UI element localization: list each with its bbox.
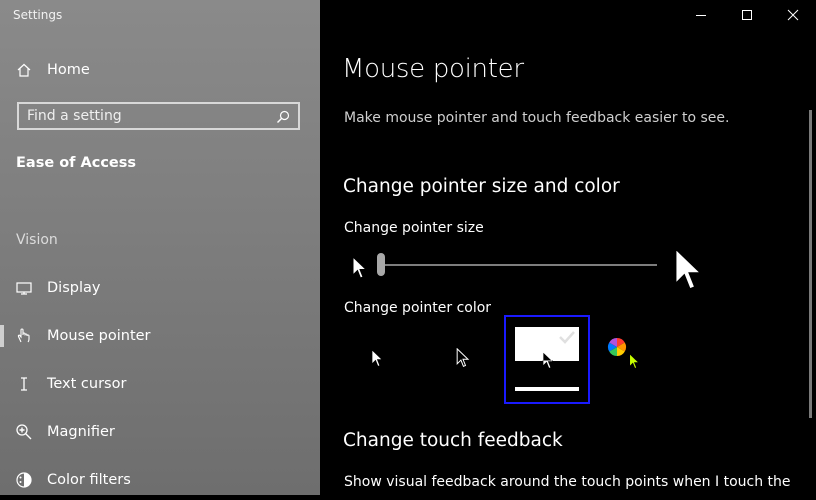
page-title: Mouse pointer bbox=[342, 54, 524, 84]
sidebar: Settings Home Ease of Access Vision Disp… bbox=[0, 0, 320, 495]
hand-pointer-icon bbox=[14, 326, 34, 346]
sidebar-item-label: Magnifier bbox=[47, 424, 115, 440]
sidebar-item-label: Text cursor bbox=[47, 376, 127, 392]
search-input[interactable] bbox=[27, 108, 267, 124]
sidebar-item-magnifier[interactable]: Magnifier bbox=[0, 412, 320, 452]
section-title[interactable]: Ease of Access bbox=[16, 155, 136, 171]
sidebar-item-home[interactable]: Home bbox=[0, 50, 320, 90]
sidebar-item-text-cursor[interactable]: Text cursor bbox=[0, 364, 320, 404]
pointer-size-label: Change pointer size bbox=[344, 220, 484, 236]
small-pointer-icon bbox=[352, 255, 368, 284]
pointer-color-black[interactable] bbox=[428, 325, 498, 395]
check-icon bbox=[558, 329, 576, 348]
sidebar-item-label: Display bbox=[47, 280, 101, 296]
pointer-color-custom[interactable] bbox=[605, 335, 645, 375]
sidebar-item-label: Home bbox=[47, 62, 90, 78]
sidebar-item-mouse-pointer[interactable]: Mouse pointer bbox=[0, 316, 320, 356]
magnifier-icon bbox=[14, 422, 34, 442]
white-pointer-icon bbox=[371, 348, 384, 372]
section-heading-touch: Change touch feedback bbox=[343, 430, 563, 451]
sidebar-item-display[interactable]: Display bbox=[0, 268, 320, 308]
color-filters-icon bbox=[14, 470, 34, 490]
pointer-size-slider[interactable] bbox=[382, 264, 657, 266]
main-content: Mouse pointer Make mouse pointer and tou… bbox=[320, 0, 816, 495]
close-button[interactable] bbox=[770, 0, 816, 30]
touch-feedback-description: Show visual feedback around the touch po… bbox=[344, 474, 791, 490]
text-cursor-icon bbox=[14, 374, 34, 394]
search-box[interactable] bbox=[17, 102, 300, 130]
inverted-pointer-icon bbox=[542, 351, 555, 374]
custom-pointer-icon bbox=[629, 353, 640, 374]
page-description: Make mouse pointer and touch feedback ea… bbox=[344, 110, 730, 126]
maximize-button[interactable] bbox=[724, 0, 770, 30]
search-icon[interactable] bbox=[276, 109, 290, 128]
group-title: Vision bbox=[16, 232, 58, 248]
close-icon bbox=[787, 6, 799, 25]
pointer-color-white[interactable] bbox=[342, 325, 412, 395]
maximize-icon bbox=[741, 6, 753, 25]
pointer-color-inverted[interactable] bbox=[515, 327, 579, 391]
minimize-button[interactable] bbox=[678, 0, 724, 30]
sidebar-item-label: Color filters bbox=[47, 472, 131, 488]
minimize-icon bbox=[695, 6, 707, 25]
color-wheel-icon bbox=[607, 337, 627, 361]
sidebar-item-label: Mouse pointer bbox=[47, 328, 151, 344]
monitor-icon bbox=[14, 278, 34, 298]
pointer-size-slider-thumb[interactable] bbox=[377, 253, 385, 276]
pointer-color-label: Change pointer color bbox=[344, 300, 492, 316]
sidebar-item-color-filters[interactable]: Color filters bbox=[0, 460, 320, 500]
black-pointer-icon bbox=[456, 347, 470, 372]
app-title: Settings bbox=[13, 8, 63, 22]
section-heading-size-color: Change pointer size and color bbox=[343, 176, 620, 197]
home-icon bbox=[14, 60, 34, 80]
scrollbar[interactable] bbox=[809, 110, 812, 418]
large-pointer-icon bbox=[674, 246, 704, 298]
